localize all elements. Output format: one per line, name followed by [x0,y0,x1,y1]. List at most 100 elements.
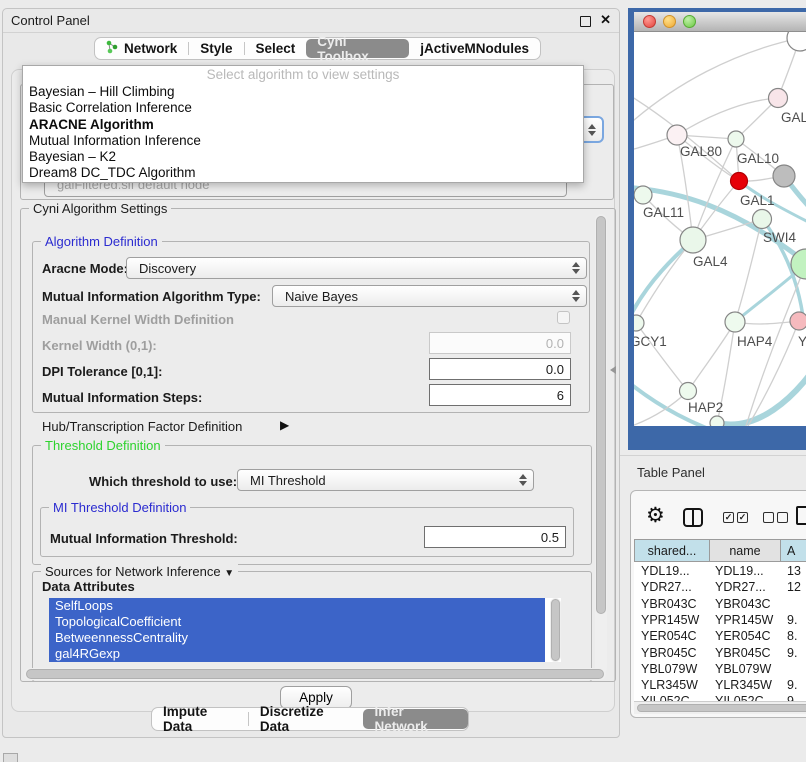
settings-vscrollbar-track[interactable] [595,214,607,674]
cell-name[interactable]: YBR043C [715,596,771,612]
minimize-traffic-light-icon[interactable] [663,15,676,28]
tab-infer-network-label: Infer Network [374,704,457,734]
attributes-scrollbar-track[interactable] [550,598,561,662]
zoom-traffic-light-icon[interactable] [683,15,696,28]
node-gal7[interactable] [769,89,788,108]
hub-collapsed-arrow-icon[interactable]: ▶ [280,418,289,432]
tab-infer-network[interactable]: Infer Network [363,709,468,729]
table-hscrollbar-thumb[interactable] [637,704,806,712]
unchecked-checkbox-icon[interactable] [763,512,774,523]
node-hap2[interactable] [680,383,697,400]
which-threshold-combo[interactable]: MI Threshold [237,469,534,491]
tab-network[interactable]: Network [95,38,188,59]
hub-section-label[interactable]: Hub/Transcription Factor Definition [42,419,242,434]
node-gal10[interactable] [728,131,744,147]
tab-jactivemnodules-label: jActiveMNodules [420,41,529,56]
popup-item[interactable]: Bayesian – Hill Climbing [23,84,583,100]
cell-shared-name[interactable]: YBL079W [641,661,697,677]
tab-style[interactable]: Style [189,38,243,59]
close-icon[interactable]: ✕ [600,12,611,28]
cell-shared-name[interactable]: YER054C [641,628,697,644]
cell-name[interactable]: YER054C [715,628,771,644]
cell-shared-name[interactable]: YPR145W [641,612,699,628]
cell-name[interactable]: YDL19... [715,563,764,579]
popup-item[interactable]: Dream8 DC_TDC Algorithm [23,165,583,181]
cell-name[interactable]: YDR27... [715,579,766,595]
control-panel-titlebar[interactable]: Control Panel ✕ [3,9,619,33]
node-gal80[interactable] [667,125,687,145]
sources-expanded-arrow-icon[interactable]: ▼ [224,568,234,579]
cell-value[interactable]: 9. [787,677,797,693]
node-gal4[interactable] [680,227,706,253]
cell-shared-name[interactable]: YDR27... [641,579,692,595]
unchecked-checkbox-icon[interactable] [777,512,788,523]
node-gray[interactable] [773,165,795,187]
node-pink-right[interactable] [790,312,806,330]
docked-panel-fragment[interactable] [3,753,18,762]
splitter-collapse-arrow[interactable] [610,366,616,374]
cell-shared-name[interactable]: YBR045C [641,645,697,661]
split-columns-icon[interactable] [683,508,703,527]
cell-name[interactable]: YBR045C [715,645,771,661]
cell-name[interactable]: YLR345W [715,677,772,693]
data-attributes-list[interactable]: SelfLoops TopologicalCoefficient Between… [49,598,561,662]
cell-value[interactable]: 9 [787,693,794,701]
node-gal1-selected[interactable] [731,173,748,190]
node-bottom-partial[interactable] [710,416,724,426]
checked-checkbox-icon[interactable]: ✓ [723,512,734,523]
node-label: GAL4 [693,254,728,269]
column-header-name[interactable]: name [709,539,781,562]
attributes-scrollbar-thumb[interactable] [551,599,560,661]
page-icon[interactable] [796,506,806,525]
aracne-mode-combo[interactable]: Discovery [126,257,587,279]
dpi-tolerance-field[interactable]: 0.0 [429,358,571,380]
settings-hscrollbar-thumb[interactable] [26,669,604,679]
cell-shared-name[interactable]: YLR345W [641,677,698,693]
mi-type-combo[interactable]: Naive Bayes [272,285,587,307]
tab-discretize-data[interactable]: Discretize Data [249,708,364,730]
cell-shared-name[interactable]: YBR043C [641,596,697,612]
popup-item-selected[interactable]: ARACNE Algorithm [23,117,583,133]
table-hscrollbar-track[interactable] [634,701,806,714]
tab-jactivemnodules[interactable]: jActiveMNodules [409,38,540,59]
attribute-item[interactable]: gal4RGexp [49,646,545,662]
cell-value[interactable]: 8. [787,628,797,644]
network-canvas[interactable]: GAL7 GAL80 GAL10 GAL1 GAL11 SWI4 GAL4 GC… [634,32,806,426]
popup-item[interactable]: Mutual Information Inference [23,133,583,149]
combo-stepper-icon [519,474,527,486]
checked-checkbox-icon[interactable]: ✓ [737,512,748,523]
mi-threshold-field[interactable]: 0.5 [424,526,566,548]
cell-shared-name[interactable]: YDL19... [641,563,690,579]
tab-cyni-toolbox[interactable]: Cyni Toolbox [306,39,409,58]
column-header-shared-name[interactable]: shared... [634,539,710,562]
attribute-item[interactable]: TopologicalCoefficient [49,614,545,630]
network-window-titlebar[interactable] [634,12,806,32]
node-gal11[interactable] [634,186,652,204]
node-gcy1[interactable] [634,315,644,331]
node-unlabeled-top[interactable] [787,32,806,51]
node-swi4[interactable] [753,210,772,229]
tab-select[interactable]: Select [244,38,306,59]
popup-item[interactable]: Bayesian – K2 [23,149,583,165]
popup-item[interactable]: Basic Correlation Inference [23,100,583,116]
cell-name[interactable]: YIL052C [715,693,764,701]
cell-name[interactable]: YBL079W [715,661,771,677]
cell-value[interactable]: 9. [787,645,797,661]
cell-value[interactable]: 13 [787,563,801,579]
close-traffic-light-icon[interactable] [643,15,656,28]
cell-value[interactable]: 9. [787,612,797,628]
attribute-item[interactable]: BetweennessCentrality [49,630,545,646]
cell-shared-name[interactable]: YIL052C [641,693,690,701]
column-header-third[interactable]: A [780,539,806,562]
cell-name[interactable]: YPR145W [715,612,773,628]
gear-icon[interactable]: ⚙ [646,506,665,526]
settings-vscrollbar-thumb[interactable] [596,216,606,614]
node-label: HAP4 [737,334,773,349]
attribute-item[interactable]: SelfLoops [49,598,545,614]
mi-steps-field[interactable]: 6 [429,384,571,406]
tab-impute-data[interactable]: Impute Data [152,708,248,730]
cell-value[interactable]: 12 [787,579,801,595]
node-hap4[interactable] [725,312,745,332]
float-window-icon[interactable] [580,16,591,27]
settings-hscrollbar-track[interactable] [24,668,606,680]
